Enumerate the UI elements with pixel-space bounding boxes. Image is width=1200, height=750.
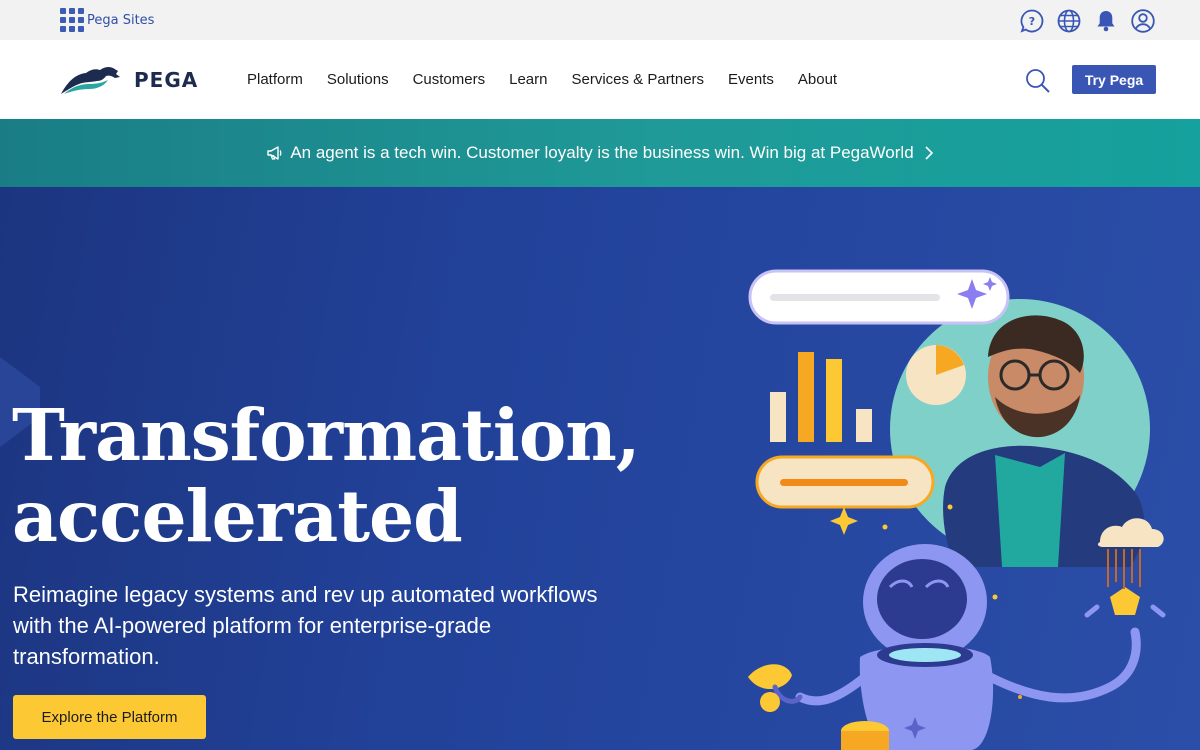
hero-title: Transformation, accelerated: [12, 395, 672, 557]
nav-item-platform[interactable]: Platform: [235, 68, 315, 92]
utility-icons: ?: [1018, 7, 1156, 34]
search-icon[interactable]: [1024, 67, 1052, 95]
chevron-right-icon: [925, 146, 933, 160]
primary-nav: Platform Solutions Customers Learn Servi…: [235, 68, 849, 92]
hero-illustration: [748, 269, 1166, 750]
nav-item-events[interactable]: Events: [716, 68, 786, 92]
announcement-text: An agent is a tech win. Customer loyalty…: [290, 143, 914, 162]
explore-platform-button[interactable]: Explore the Platform: [13, 695, 206, 739]
hero-title-line-1: Transformation,: [12, 393, 641, 477]
bell-icon[interactable]: [1092, 7, 1119, 34]
globe-icon[interactable]: [1055, 7, 1082, 34]
nav-item-customers[interactable]: Customers: [401, 68, 498, 92]
nav-item-about[interactable]: About: [786, 68, 849, 92]
nav-item-solutions[interactable]: Solutions: [315, 68, 401, 92]
pega-logo[interactable]: PEGA: [60, 64, 200, 96]
hero-subtitle: Reimagine legacy systems and rev up auto…: [13, 582, 598, 669]
pega-sites-link[interactable]: Pega Sites: [60, 8, 154, 32]
nav-item-learn[interactable]: Learn: [497, 68, 559, 92]
user-account-icon[interactable]: [1129, 7, 1156, 34]
main-nav: PEGA Platform Solutions Customers Learn …: [0, 40, 1200, 119]
pega-logo-text: PEGA: [134, 68, 199, 92]
megaphone-icon: [267, 146, 282, 160]
hero-title-line-2: accelerated: [12, 474, 463, 558]
svg-text:?: ?: [1028, 15, 1034, 28]
app-grid-icon: [60, 8, 84, 32]
help-chat-icon[interactable]: ?: [1018, 7, 1045, 34]
pega-horse-logo-icon: [61, 66, 120, 94]
hero-section: Transformation, accelerated Reimagine le…: [0, 187, 1200, 750]
announcement-banner[interactable]: An agent is a tech win. Customer loyalty…: [0, 119, 1200, 187]
utility-bar: Pega Sites ?: [0, 0, 1200, 40]
pega-sites-label: Pega Sites: [87, 12, 155, 28]
nav-item-services-partners[interactable]: Services & Partners: [559, 68, 716, 92]
try-pega-button[interactable]: Try Pega: [1072, 65, 1156, 94]
